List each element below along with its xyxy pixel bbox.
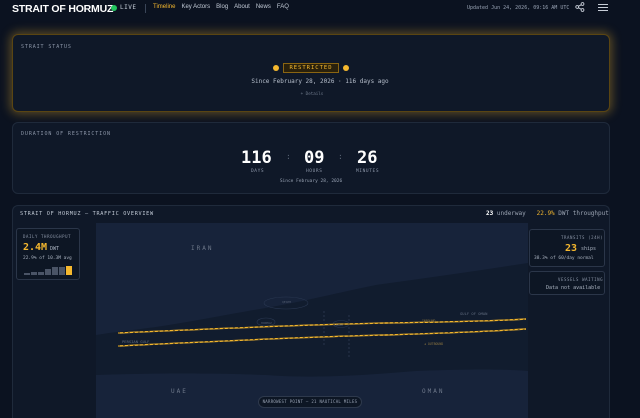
- days-value: 116: [241, 148, 272, 168]
- daily-throughput-label: DAILY THROUGHPUT: [23, 234, 72, 239]
- status-badge: RESTRICTED: [283, 63, 339, 73]
- transits-sub: 38.3% of 60/day normal: [534, 256, 594, 261]
- throughput-bar: [45, 268, 51, 275]
- details-toggle[interactable]: + Details: [0, 91, 624, 96]
- throughput-bar: [24, 273, 30, 275]
- nav-about[interactable]: About: [234, 4, 250, 10]
- site-logo[interactable]: STRAIT OF HORMUZ: [12, 3, 113, 15]
- traffic-title: STRAIT OF HORMUZ — TRAFFIC OVERVIEW: [20, 211, 154, 217]
- map-label-outbound: ◄ OUTBOUND: [424, 342, 443, 346]
- vessels-waiting-value: Data not available: [546, 285, 601, 291]
- map-label-inbound: INBOUND: [422, 319, 436, 323]
- nav-divider: [145, 4, 146, 13]
- duration-section-label: DURATION OF RESTRICTION: [21, 131, 111, 137]
- status-section-label: STRAIT STATUS: [21, 44, 72, 50]
- throughput-label: DWT throughput: [558, 210, 609, 217]
- updated-timestamp: Updated Jun 24, 2026, 09:16 AM UTC: [467, 5, 570, 11]
- daily-throughput-sub: 22.9% of 10.3M avg: [23, 256, 72, 261]
- throughput-bar: [52, 267, 58, 275]
- narrowest-point-pill: NARROWEST POINT — 21 NAUTICAL MILES: [258, 396, 362, 408]
- map-label-uae: UAE: [171, 388, 188, 395]
- live-label: LIVE: [120, 4, 137, 11]
- duration-since-text: Since February 28, 2026: [279, 179, 343, 184]
- daily-throughput-bars: [24, 264, 76, 275]
- colon-separator: :: [286, 152, 291, 161]
- map-label-persian-gulf: PERSIAN GULF: [122, 339, 150, 344]
- uae-oman-landmass: [96, 369, 528, 418]
- main-nav: Timeline Key Actors Blog About News FAQ: [153, 4, 289, 10]
- minutes-value: 26: [357, 148, 378, 168]
- colon-separator: :: [338, 152, 343, 161]
- status-since-text: Since February 28, 2026 · 116 days ago: [251, 78, 389, 85]
- live-indicator-dot: [111, 5, 117, 11]
- map-label-iran: IRAN: [191, 245, 213, 252]
- throughput-bar: [31, 272, 37, 275]
- throughput-percent: 22.9%: [536, 210, 555, 217]
- throughput-bar: [59, 266, 65, 275]
- days-label: DAYS: [251, 169, 265, 174]
- map-label-larak: LARAK: [334, 323, 343, 327]
- map-label-hormuz: HORMUZ: [261, 321, 272, 325]
- nav-faq[interactable]: FAQ: [277, 4, 289, 10]
- nav-key-actors[interactable]: Key Actors: [181, 4, 210, 10]
- map-label-gulf-of-oman: GULF OF OMAN: [460, 311, 488, 316]
- underway-label: underway: [496, 210, 526, 217]
- throughput-bar: [66, 265, 72, 275]
- transits-label: TRANSITS (24H): [561, 235, 604, 240]
- top-header: STRAIT OF HORMUZ LIVE Timeline Key Actor…: [0, 0, 640, 17]
- traffic-stats: 23 underway 22.9% DWT throughput: [486, 210, 609, 217]
- strait-map[interactable]: IRAN UAE OMAN PERSIAN GULF GULF OF OMAN …: [96, 223, 528, 418]
- vessels-waiting-panel: [529, 271, 605, 295]
- menu-icon[interactable]: [598, 3, 608, 12]
- nav-timeline[interactable]: Timeline: [153, 4, 175, 10]
- throughput-bar: [38, 271, 44, 275]
- status-dot-right: [343, 65, 349, 71]
- share-icon[interactable]: [575, 2, 585, 12]
- map-label-oman: OMAN: [422, 388, 444, 395]
- hours-value: 09: [304, 148, 325, 168]
- strait-status-card: [12, 34, 610, 112]
- daily-throughput-value: 2.4M: [23, 242, 48, 253]
- map-label-qeshm: QESHM: [282, 300, 291, 304]
- nav-news[interactable]: News: [256, 4, 271, 10]
- underway-count: 23: [486, 210, 494, 217]
- nav-blog[interactable]: Blog: [216, 4, 228, 10]
- hours-label: HOURS: [306, 169, 323, 174]
- status-badge-group: RESTRICTED: [273, 63, 349, 73]
- transits-unit: ships: [581, 246, 597, 252]
- vessels-waiting-label: VESSELS WAITING: [558, 277, 604, 282]
- status-dot-left: [273, 65, 279, 71]
- transits-value: 23: [565, 243, 578, 254]
- minutes-label: MINUTES: [356, 169, 380, 174]
- daily-throughput-unit: DWT: [50, 246, 60, 252]
